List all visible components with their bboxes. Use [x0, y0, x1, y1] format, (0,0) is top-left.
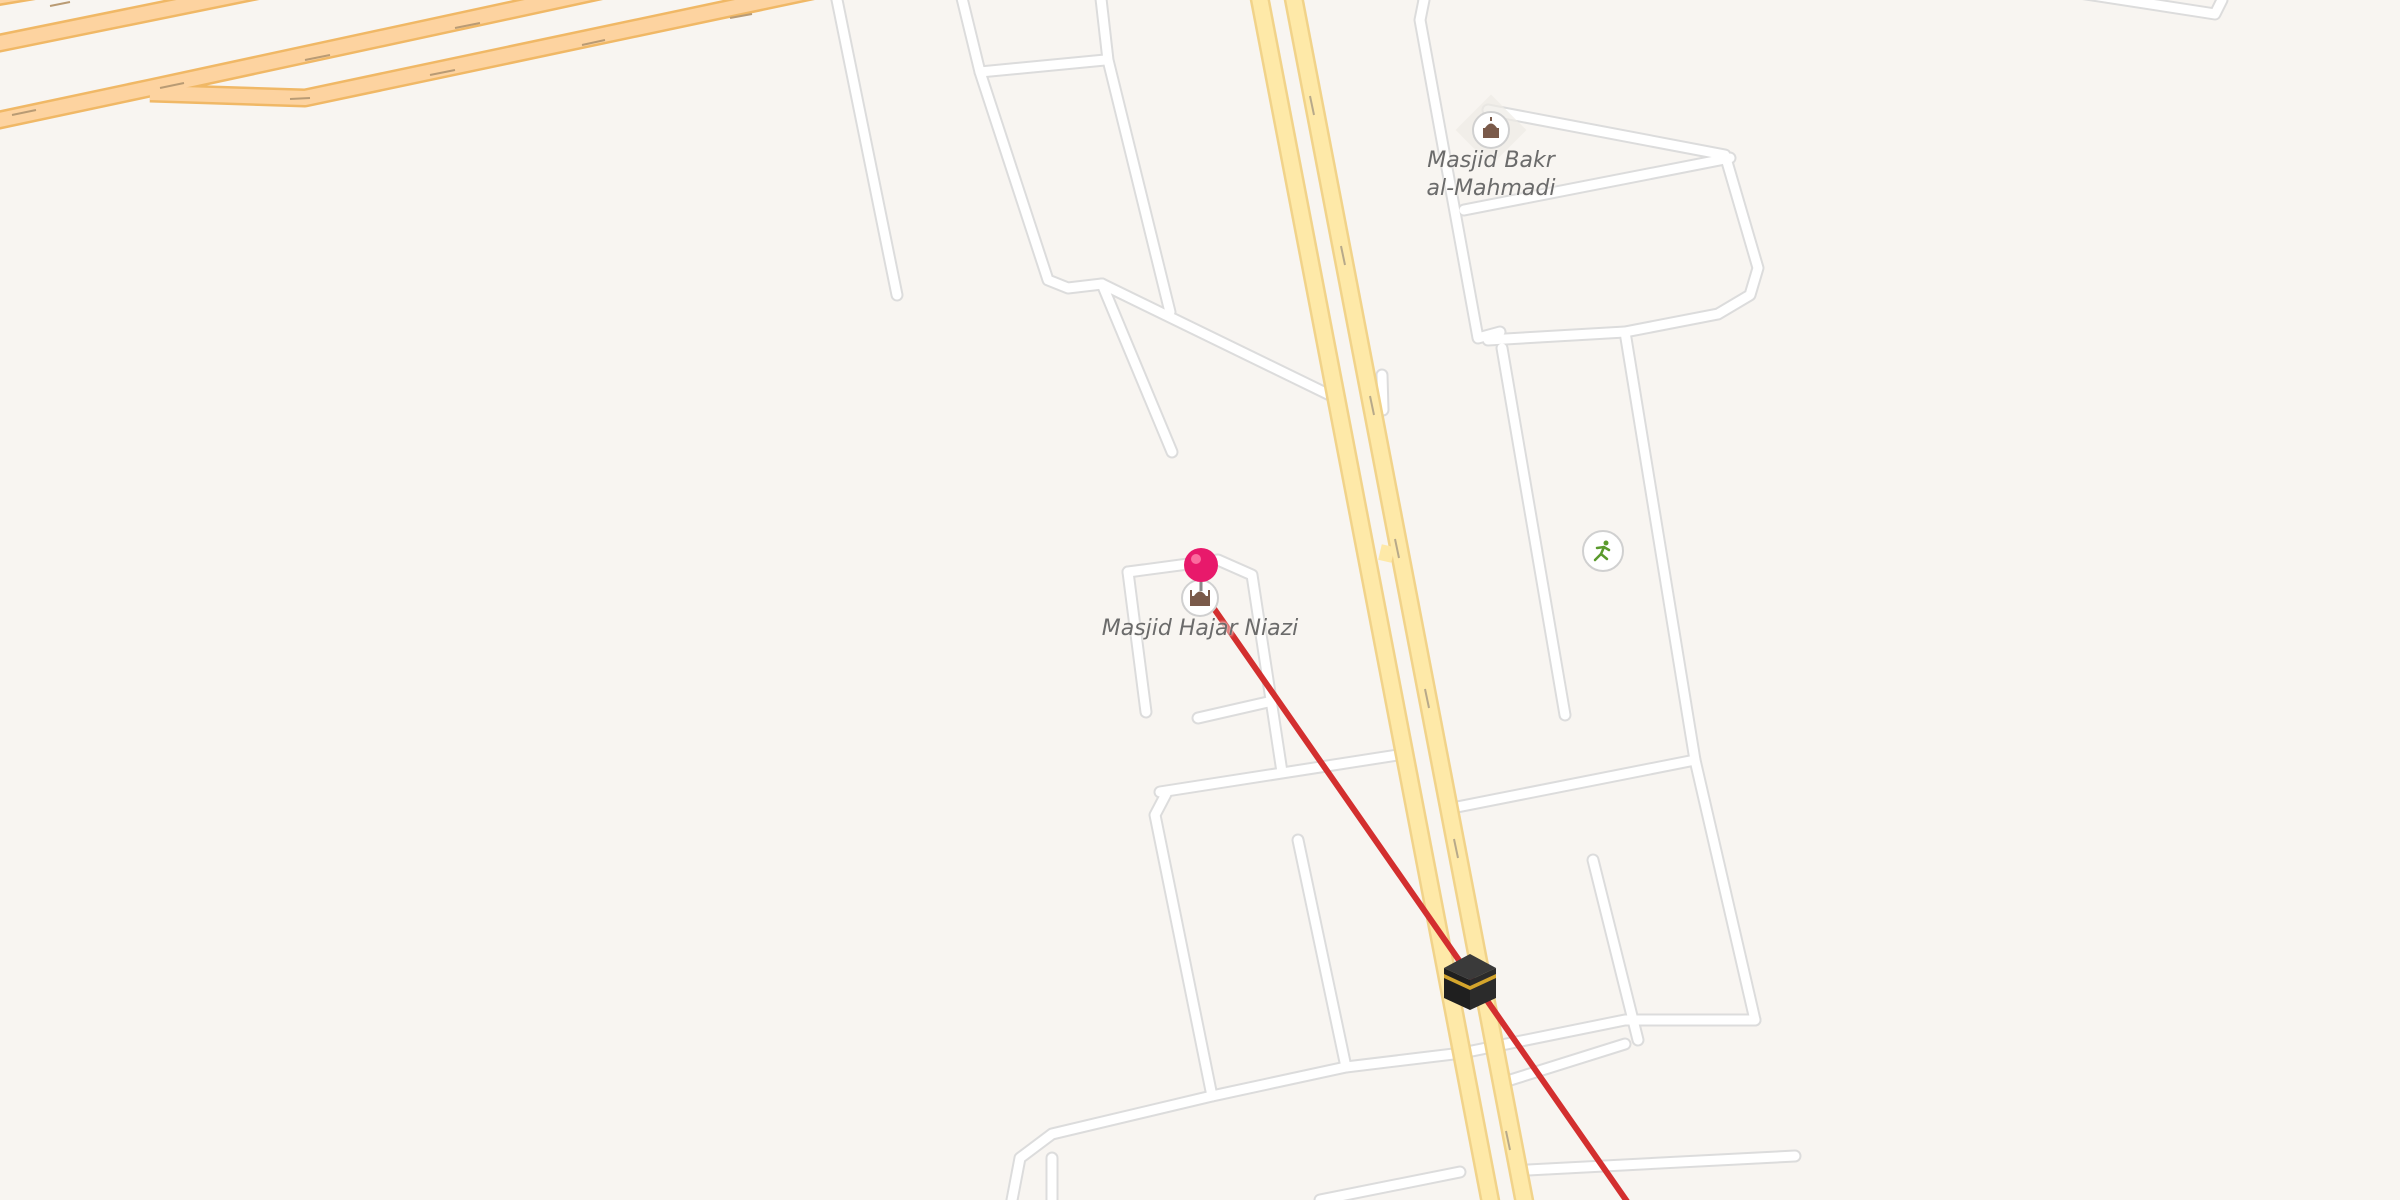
poi-label-masjid-hajar-niazi: Masjid Hajar Niazi: [1101, 616, 1299, 641]
poi-sports[interactable]: [1582, 530, 1624, 572]
poi-label-masjid-bakr: Masjid Bakr al-Mahmadi: [1426, 148, 1556, 201]
map-canvas[interactable]: [0, 0, 2400, 1200]
